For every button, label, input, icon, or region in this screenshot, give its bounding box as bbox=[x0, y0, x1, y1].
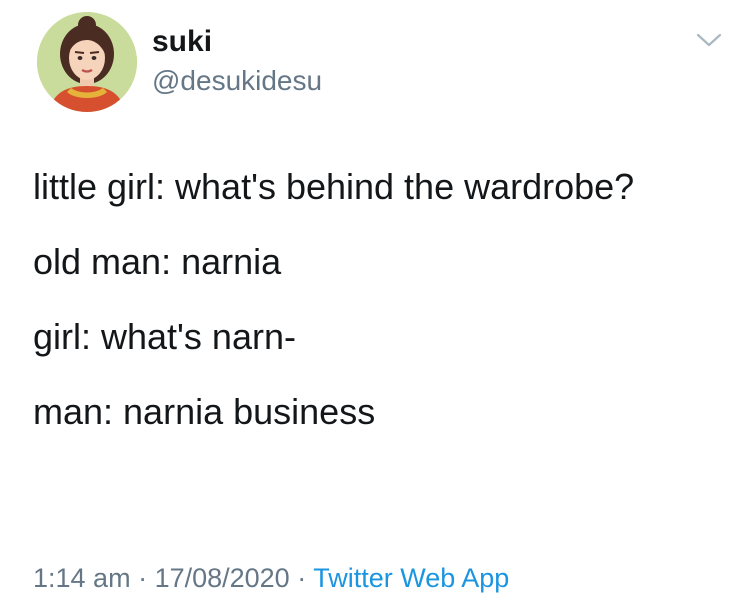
tweet-paragraph: girl: what's narn- bbox=[33, 316, 296, 357]
tweet-time[interactable]: 1:14 am bbox=[33, 563, 131, 593]
meta-separator: · bbox=[130, 563, 155, 593]
display-name[interactable]: suki bbox=[152, 22, 212, 62]
tweet-paragraph: little girl: what's behind the wardrobe? bbox=[33, 166, 635, 207]
meta-separator: · bbox=[289, 563, 314, 593]
tweet-card: suki @desukidesu little girl: what's beh… bbox=[0, 0, 750, 614]
tweet-meta: 1:14 am · 17/08/2020 · Twitter Web App bbox=[33, 558, 509, 598]
user-handle[interactable]: @desukidesu bbox=[152, 62, 322, 100]
profile-avatar[interactable] bbox=[37, 12, 137, 112]
tweet-paragraph: man: narnia business bbox=[33, 391, 376, 432]
tweet-source-link[interactable]: Twitter Web App bbox=[313, 563, 509, 593]
tweet-paragraph: old man: narnia bbox=[33, 241, 282, 282]
chevron-down-icon[interactable] bbox=[692, 26, 726, 54]
tweet-date[interactable]: 17/08/2020 bbox=[155, 563, 290, 593]
avatar-illustration-icon bbox=[37, 12, 137, 112]
tweet-text: little girl: what's behind the wardrobe?… bbox=[33, 158, 723, 458]
